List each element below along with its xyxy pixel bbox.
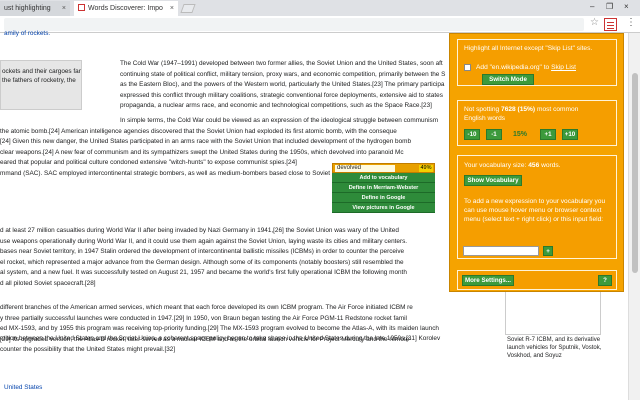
text-line: the atomic bomb.[24] American intelligen… <box>0 127 397 135</box>
browser-window: ust highlighting × Words Discoverer: Impo… <box>0 0 640 400</box>
text-line: [24] Given this new danger, the United S… <box>0 138 412 146</box>
popup-word: devolved <box>335 165 395 172</box>
define-merriam-webster-item[interactable]: Define in Merriam-Webster <box>332 183 435 193</box>
text-line: el rocket, which represented a major adv… <box>0 258 404 266</box>
tab-close-icon[interactable]: × <box>62 1 66 16</box>
vocab-suffix: words. <box>539 162 561 169</box>
text-line: different branches of the American armed… <box>0 304 413 311</box>
text-line: propaganda, a nuclear arms race, and eco… <box>120 102 432 110</box>
view-pictures-item[interactable]: View pictures in Google <box>332 203 435 213</box>
skip-list-checkbox[interactable] <box>464 64 471 71</box>
browser-menu-icon[interactable]: ⋮ <box>626 18 636 28</box>
highlight-section: Highlight all Internet except "Skip List… <box>457 39 617 86</box>
popup-frequency: 49% <box>419 165 433 172</box>
add-to-vocabulary-item[interactable]: Add to vocabulary <box>332 173 435 183</box>
word-hover-menu: devolved 49% Add to vocabulary Define in… <box>332 163 435 215</box>
extension-panel: Highlight all Internet except "Skip List… <box>449 33 624 292</box>
add-word-input[interactable] <box>463 246 539 256</box>
rocket-family-link[interactable]: amily of rockets. <box>4 29 50 39</box>
new-tab-button[interactable] <box>180 4 196 13</box>
popup-header: devolved 49% <box>332 163 435 173</box>
frequency-suffix: most common <box>535 106 579 113</box>
url-input[interactable] <box>4 18 584 31</box>
text-line: clear weapons.[24] A new fear of communi… <box>0 148 404 156</box>
frequency-value: 7628 (15%) <box>501 106 536 113</box>
text-line: y three partially successful launches we… <box>0 314 407 322</box>
text-line: al system, and a new fuel. It was succes… <box>0 269 407 277</box>
more-settings-button[interactable]: More Settings... <box>462 275 514 286</box>
bookmark-star-icon[interactable]: ☆ <box>590 17 599 28</box>
text-line: bases near Soviet territory, in 1947 Sta… <box>0 248 405 256</box>
maximize-icon[interactable]: ❐ <box>606 0 613 14</box>
text-line: as the Eastern Bloc), and the powers of … <box>120 81 445 89</box>
text-line: use weapons operationally during World W… <box>0 237 408 245</box>
highlight-mode-text: Highlight all Internet except "Skip List… <box>464 45 593 52</box>
add-expression-help: To add a new expression to your vocabula… <box>464 198 606 223</box>
favicon-icon <box>78 4 85 11</box>
tab-bar: ust highlighting × Words Discoverer: Impo… <box>0 0 640 16</box>
vocabulary-section: Your vocabulary size: 456 words. Show Vo… <box>457 155 617 259</box>
tab-highlighting[interactable]: ust highlighting × <box>0 1 70 16</box>
text-line: counter the possibility that the United … <box>0 345 176 353</box>
page-scrollbar[interactable] <box>628 33 640 400</box>
tab-title: Words Discoverer: Impo <box>88 5 163 12</box>
skip-list-label: Add "en.wikipedia.org" to Skip List <box>476 63 576 72</box>
figure-caption: Soviet R-7 ICBM, and its derivative laun… <box>507 337 602 359</box>
minimize-icon[interactable]: – <box>590 0 594 14</box>
text-line: In simple terms, the Cold War could be v… <box>120 117 439 124</box>
frequency-text: Not spotting 7628 (15%) most common <box>464 105 578 114</box>
text-line: d at least 27 million casualties during … <box>0 227 399 234</box>
text-line: expressed this conflict through military… <box>120 91 443 99</box>
text-line: etition between the United States and th… <box>0 335 441 342</box>
section-link-united-states[interactable]: United States <box>4 383 42 393</box>
skip-list-link[interactable]: Skip List <box>551 64 576 71</box>
add-word-button[interactable]: + <box>543 246 553 256</box>
switch-mode-button[interactable]: Switch Mode <box>482 74 534 85</box>
scrollbar-thumb[interactable] <box>632 73 638 273</box>
word-frequency-section: Not spotting 7628 (15%) most common Engl… <box>457 100 617 146</box>
vocabulary-size-text: Your vocabulary size: 456 words. <box>464 161 561 170</box>
address-bar: ☆ ⋮ <box>0 16 640 33</box>
text-line: eared that popular and political culture… <box>0 159 297 167</box>
vocab-prefix: Your vocabulary size: <box>464 162 529 169</box>
plus-1-button[interactable]: +1 <box>540 129 556 140</box>
text-line: The Cold War (1947–1991) developed betwe… <box>120 60 443 67</box>
tab-title: ust highlighting <box>4 5 51 12</box>
tab-words-discoverer[interactable]: Words Discoverer: Impo × <box>74 1 178 16</box>
help-button[interactable]: ? <box>598 275 612 286</box>
settings-section: More Settings... ? <box>457 270 617 290</box>
skip-list-text: Add "en.wikipedia.org" to <box>476 64 552 71</box>
define-google-item[interactable]: Define in Google <box>332 193 435 203</box>
image-caption: the fathers of rocketry, the <box>2 77 76 84</box>
frequency-percent: 15% <box>513 131 528 138</box>
frequency-text-2: English words <box>464 115 506 122</box>
show-vocabulary-button[interactable]: Show Vocabulary <box>464 175 522 186</box>
plus-10-button[interactable]: +10 <box>562 129 578 140</box>
frequency-prefix: Not spotting <box>464 106 502 113</box>
vocab-count: 456 <box>528 162 540 169</box>
minus-1-button[interactable]: -1 <box>486 129 502 140</box>
tab-close-icon[interactable]: × <box>170 1 174 16</box>
text-line: d all piloted Soviet spacecraft.[28] <box>0 280 96 287</box>
window-close-icon[interactable]: × <box>624 0 629 14</box>
text-line: continuing state of political conflict, … <box>120 70 446 78</box>
minus-10-button[interactable]: -10 <box>464 129 480 140</box>
extension-icon[interactable] <box>604 18 617 31</box>
